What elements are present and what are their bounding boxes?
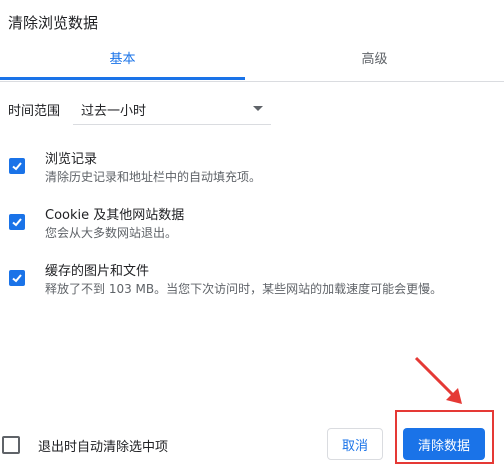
time-range-label: 时间范围 xyxy=(8,104,61,119)
active-tab-indicator xyxy=(0,77,245,80)
cancel-button[interactable]: 取消 xyxy=(327,428,383,460)
checkmark-icon xyxy=(12,218,22,227)
option-description: 清除历史记录和地址栏中的自动填充项。 xyxy=(45,170,262,184)
option-title: 浏览记录 xyxy=(45,152,98,167)
option-description: 您会从大多数网站退出。 xyxy=(45,226,178,240)
time-range-select[interactable]: 过去一小时 xyxy=(73,94,271,125)
option-title: 缓存的图片和文件 xyxy=(45,264,150,279)
auto-clear-checkbox[interactable] xyxy=(2,436,20,454)
clear-data-button[interactable]: 清除数据 xyxy=(403,428,485,460)
tab-basic[interactable]: 基本 xyxy=(0,45,245,81)
browsing-history-checkbox[interactable] xyxy=(9,158,25,174)
dropdown-caret-icon xyxy=(253,106,263,111)
option-description: 释放了不到 103 MB。当您下次访问时，某些网站的加载速度可能会更慢。 xyxy=(45,282,443,296)
option-cached-files: 缓存的图片和文件 释放了不到 103 MB。当您下次访问时，某些网站的加载速度可… xyxy=(0,260,504,304)
cached-files-checkbox[interactable] xyxy=(9,270,25,286)
tab-bar: 基本 高级 xyxy=(0,45,504,82)
option-title: Cookie 及其他网站数据 xyxy=(45,208,185,223)
time-range-value: 过去一小时 xyxy=(81,104,147,119)
checkmark-icon xyxy=(12,274,22,283)
option-cookies: Cookie 及其他网站数据 您会从大多数网站退出。 xyxy=(0,204,504,248)
tab-advanced[interactable]: 高级 xyxy=(245,45,504,81)
option-browsing-history: 浏览记录 清除历史记录和地址栏中的自动填充项。 xyxy=(0,148,504,192)
checkmark-icon xyxy=(12,162,22,171)
annotation-arrow-icon xyxy=(414,356,462,404)
dialog-title: 清除浏览数据 xyxy=(8,14,99,32)
auto-clear-label: 退出时自动清除选中项 xyxy=(38,440,169,455)
cookies-checkbox[interactable] xyxy=(9,214,25,230)
